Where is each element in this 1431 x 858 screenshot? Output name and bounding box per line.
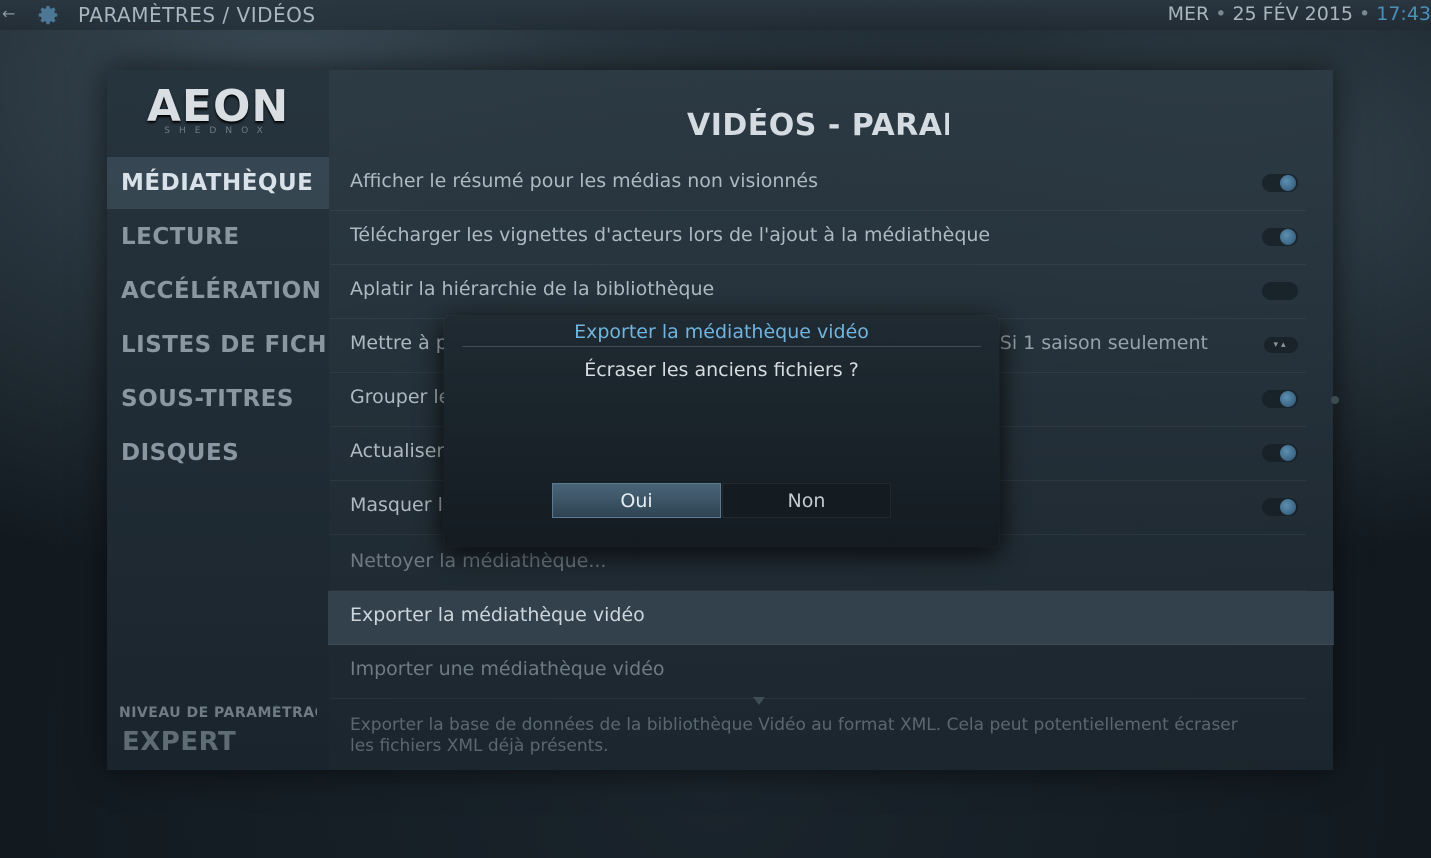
date-label: 25 FÉV 2015 [1232,3,1354,25]
top-bar: ← PARAMÈTRES / VIDÉOS MER • 25 FÉV 2015 • 17… [0,0,1431,30]
setting-label: Actualiser [350,440,445,462]
setting-label: Grouper le [350,386,451,408]
setting-row[interactable]: Importer une médiathèque vidéo [330,645,1306,699]
setting-label: Exporter la médiathèque vidéo [350,604,645,626]
setting-description: Exporter la base de données de la biblio… [350,715,1238,756]
setting-row[interactable]: Afficher le résumé pour les médias non v… [330,157,1306,211]
dialog-message: Écraser les anciens fichiers ? [584,359,859,381]
toggle-switch[interactable] [1262,444,1298,462]
setting-label: Afficher le résumé pour les médias non v… [350,170,819,192]
scroll-indicator [1331,396,1339,404]
toggle-knob [1280,175,1296,191]
category-sous-titres[interactable]: SOUS-TITRES [107,373,329,425]
breadcrumb: PARAMÈTRES / VIDÉOS [78,3,316,27]
toggle-knob [1280,229,1296,245]
back-arrow-icon[interactable]: ← [2,6,22,22]
settings-level-value[interactable]: EXPERT [122,727,236,757]
logo-subtitle: SHEDNOX [164,126,272,136]
setting-label: Importer une médiathèque vidéo [350,658,665,680]
dialog-title: Exporter la médiathèque vidéo [574,321,869,343]
setting-row-focused[interactable]: Exporter la médiathèque vidéo [328,591,1334,645]
toggle-switch[interactable] [1262,282,1298,300]
time-label: 17:43 [1376,3,1431,25]
category-mediatheque[interactable]: MÉDIATHÈQUE [107,157,329,209]
category-listes-de-fichiers[interactable]: LISTES DE FICHIE... [107,319,329,371]
spinner-up-icon[interactable]: ▴ [1281,340,1289,350]
toggle-switch[interactable] [1262,390,1298,408]
toggle-switch[interactable] [1262,228,1298,246]
toggle-knob [1280,499,1296,515]
page-title: VIDÉOS - PARAMÈTRES [330,108,1306,151]
setting-label: Mettre à p [350,332,448,354]
toggle-knob [1280,391,1296,407]
category-disques[interactable]: DISQUES [107,427,329,479]
spinner-control[interactable]: ▾▴ [1264,337,1298,353]
logo-title: AEON [146,81,290,132]
spinner-down-icon[interactable]: ▾ [1273,340,1281,350]
setting-label: Aplatir la hiérarchie de la bibliothèque [350,278,715,300]
yes-button[interactable]: Oui [552,483,721,518]
setting-label: Télécharger les vignettes d'acteurs lors… [350,224,991,246]
setting-row[interactable]: Aplatir la hiérarchie de la bibliothèque [330,265,1306,319]
toggle-switch[interactable] [1262,174,1298,192]
toggle-switch[interactable] [1262,498,1298,516]
category-lecture[interactable]: LECTURE [107,211,329,263]
setting-label: Masquer l' [350,494,449,516]
toggle-knob [1280,445,1296,461]
setting-label: Nettoyer la médiathèque... [350,550,607,572]
gear-icon [38,5,58,25]
settings-level-label: NIVEAU DE PARAMÉTRAGE [119,705,317,721]
day-label: MER [1167,3,1210,25]
confirm-dialog: Exporter la médiathèque vidéo Écraser le… [444,316,999,547]
page-title-text: VIDÉOS - PARAMÈTRES [687,108,949,143]
skin-logo: AEON SHEDNOX [108,81,328,137]
dialog-divider [462,346,981,347]
category-acceleration[interactable]: ACCÉLÉRATION [107,265,329,317]
date-time: MER • 25 FÉV 2015 • 17:43 [1168,3,1431,25]
separator-dot: • [1359,3,1371,25]
setting-row[interactable]: Télécharger les vignettes d'acteurs lors… [330,211,1306,265]
scroll-down-arrow-icon [753,697,765,705]
no-button[interactable]: Non [722,483,891,518]
setting-value: Si 1 saison seulement [999,332,1208,354]
separator-dot: • [1215,3,1227,25]
